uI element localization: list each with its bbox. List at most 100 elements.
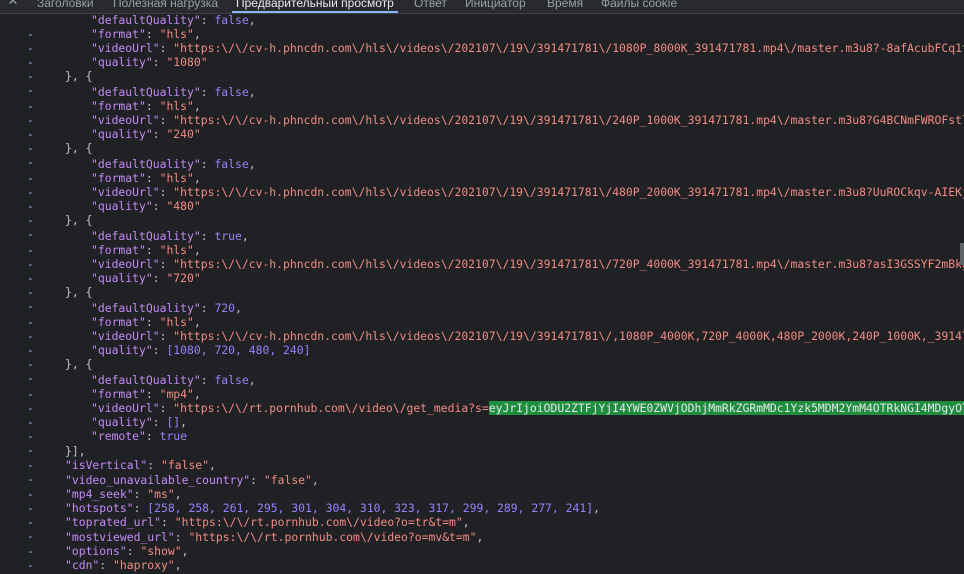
json-key: "defaultQuality" [91, 157, 201, 171]
json-preview-panel[interactable]: - "defaultQuality": false, - "format": "… [0, 13, 964, 574]
code-line: - "isVertical": "false", [27, 458, 216, 486]
json-key: "defaultQuality" [91, 373, 201, 387]
json-key: "format" [91, 387, 146, 401]
json-brace: }, { [65, 69, 93, 83]
json-key: "format" [91, 171, 146, 185]
json-key: "mp4_seek" [65, 487, 134, 501]
code-line: - "quality": [], [27, 415, 188, 443]
json-value: [258, 258, 261, 295, 301, 304, 310, 323,… [147, 501, 594, 515]
json-key: "quality" [91, 415, 153, 429]
json-value: "hls" [159, 27, 194, 41]
tab-timing[interactable]: Время [547, 0, 583, 13]
code-line: - "quality": [1080, 720, 480, 240] [27, 343, 311, 371]
code-line: - "mostviewed_url": "https:\/\/rt.pornhu… [27, 530, 484, 558]
code-line: - "videoUrl": "https:\/\/cv-h.phncdn.com… [0, 41, 964, 69]
code-line: - "video_unavailable_country": "false", [27, 473, 319, 501]
json-value: "hls" [159, 171, 194, 185]
json-value: "mp4" [159, 387, 194, 401]
json-key: "options" [65, 544, 127, 558]
json-key: "quality" [91, 271, 153, 285]
code-line: - "mp4_seek": "ms", [27, 487, 182, 515]
close-icon[interactable]: ✕ [5, 0, 21, 10]
json-value: "show" [140, 544, 182, 558]
code-line: - }, { [0, 141, 964, 169]
tab-response[interactable]: Ответ [414, 0, 447, 13]
json-value: "https:\/\/rt.pornhub.com\/video?o=mv&t=… [188, 530, 477, 544]
code-line: - }, { [0, 285, 964, 313]
code-line: - "quality": "720" [27, 271, 201, 299]
tab-initiator[interactable]: Инициатор [465, 0, 526, 13]
json-key: "videoUrl" [91, 329, 160, 343]
code-line: - }, { [0, 357, 964, 385]
code-line: - "toprated_url": "https:\/\/rt.pornhub.… [27, 515, 470, 543]
json-key: "hotspots" [65, 501, 134, 515]
code-line: - "hotspots": [258, 258, 261, 295, 301, … [27, 501, 600, 529]
json-key: "mostviewed_url" [65, 530, 175, 544]
json-key: "cdn" [65, 558, 100, 572]
json-key: "remote" [91, 429, 146, 443]
code-line: - "defaultQuality": false, [27, 13, 256, 41]
json-value: "https:\/\/cv-h.phncdn.com\/hls\/videos\… [173, 329, 964, 343]
json-key: "quality" [91, 199, 153, 213]
tab-cookies[interactable]: Файлы cookie [601, 0, 677, 13]
code-line: - "format": "hls", [27, 171, 201, 199]
json-value: "1080" [166, 55, 208, 69]
json-key: "format" [91, 99, 146, 113]
code-line: - "format": "hls", [27, 243, 201, 271]
json-brace: }, { [65, 285, 93, 299]
json-key: "quality" [91, 127, 153, 141]
json-key: "quality" [91, 55, 153, 69]
json-key: "format" [91, 315, 146, 329]
code-line: - "videoUrl": "https:\/\/cv-h.phncdn.com… [0, 257, 964, 285]
code-line: - "videoUrl": "https:\/\/cv-h.phncdn.com… [0, 185, 964, 213]
json-key: "toprated_url" [65, 515, 162, 529]
scrollbar-thumb[interactable] [960, 243, 964, 265]
json-value: false [214, 157, 249, 171]
json-key: "videoUrl" [91, 113, 160, 127]
tab-preview[interactable]: Предварительный просмотр [232, 0, 398, 13]
json-brace: }], [65, 444, 86, 458]
code-line: - "defaultQuality": false, [27, 85, 256, 113]
json-key: "videoUrl" [91, 41, 160, 55]
json-key: "video_unavailable_country" [65, 473, 251, 487]
code-line: - }, { [0, 69, 964, 97]
tab-headers[interactable]: Заголовки [37, 0, 94, 13]
search-highlight: eyJrIjoiODU2ZTFjYjI4YWE0ZWVjODhjMmRkZGRm… [488, 401, 964, 415]
json-value: "https:\/\/cv-h.phncdn.com\/hls\/videos\… [173, 257, 964, 271]
code-line: - "format": "hls", [27, 315, 201, 343]
json-value: "720" [166, 271, 201, 285]
json-key: "format" [91, 27, 146, 41]
json-value: "haproxy" [113, 558, 175, 572]
json-value: "240" [166, 127, 201, 141]
json-value: false [214, 85, 249, 99]
code-line: - }, { [0, 213, 964, 241]
code-line: - "remote": true [27, 429, 188, 457]
json-key: "format" [91, 243, 146, 257]
code-line: - "defaultQuality": false, [27, 373, 256, 401]
json-value: "ms" [147, 487, 175, 501]
json-key: "defaultQuality" [91, 229, 201, 243]
tab-payload[interactable]: Полезная нагрузка [113, 0, 218, 13]
json-value: true [159, 429, 188, 443]
json-brace: }, { [65, 141, 93, 155]
code-line: - "format": "hls", [27, 27, 201, 55]
code-line: - "defaultQuality": 720, [27, 301, 242, 329]
code-line: - "quality": "480" [27, 199, 201, 227]
code-line: - "videoUrl": "https:\/\/rt.pornhub.com\… [0, 401, 964, 429]
json-value: "https:\/\/cv-h.phncdn.com\/hls\/videos\… [173, 185, 964, 199]
json-value: "hls" [159, 315, 194, 329]
code-line: - }], [0, 444, 964, 472]
json-value: "https:\/\/cv-h.phncdn.com\/hls\/videos\… [173, 113, 964, 127]
json-value: "false" [161, 458, 210, 472]
json-value: "https:\/\/rt.pornhub.com\/video?o=tr&t=… [174, 515, 463, 529]
json-value: false [214, 373, 249, 387]
code-line: - "format": "mp4", [27, 387, 201, 415]
code-line: - "defaultQuality": false, [27, 157, 256, 185]
json-value: "480" [166, 199, 201, 213]
json-key: "videoUrl" [91, 401, 160, 415]
json-key: "defaultQuality" [91, 13, 201, 27]
code-line: - "defaultQuality": true, [27, 229, 249, 257]
json-value: "hls" [159, 99, 194, 113]
json-value: false [214, 13, 249, 27]
code-line: - "quality": "1080" [27, 55, 208, 83]
